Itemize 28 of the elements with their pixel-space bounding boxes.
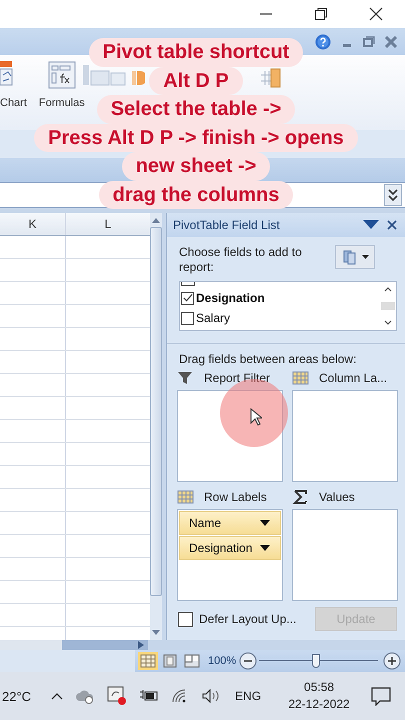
field-item[interactable]: Designation: [181, 288, 380, 308]
column-header[interactable]: L: [66, 213, 150, 235]
clock-time[interactable]: 05:58: [304, 679, 334, 696]
column-header[interactable]: K: [0, 213, 66, 235]
area-label: Row Labels: [204, 490, 267, 504]
ribbon-label[interactable]: Formulas: [38, 97, 85, 109]
caption-text: Alt D P: [149, 66, 243, 95]
ribbon-label[interactable]: Chart: [0, 97, 27, 109]
field-chip[interactable]: Designation: [179, 536, 281, 560]
language-indicator[interactable]: ENG: [235, 689, 262, 703]
caption-text: Select the table ->: [96, 95, 296, 124]
panel-title: PivotTable Field List: [173, 218, 281, 232]
caption-text: Pivot table shortcut: [88, 38, 304, 66]
caption-text: drag the columns: [98, 180, 294, 209]
zoom-level[interactable]: 100%: [208, 655, 236, 667]
field-chip[interactable]: Name: [179, 511, 281, 535]
clock-date[interactable]: 22-12-2022: [288, 696, 350, 713]
temperature: 22°C: [2, 688, 32, 704]
area-label: Values: [319, 490, 355, 504]
caption-text: new sheet ->: [122, 152, 270, 180]
instruction-text: Drag fields between areas below:: [178, 352, 358, 366]
drop-area[interactable]: Name Designation: [177, 509, 283, 601]
area-label: Report Filter: [204, 371, 270, 385]
instruction-text: Choose fields to add to report:: [179, 245, 303, 275]
caption-text: Press Alt D P -> finish -> opens: [34, 124, 358, 152]
area-label: Column La...: [319, 371, 388, 385]
checkbox-label: Defer Layout Up...: [199, 612, 296, 626]
field-item[interactable]: Salary: [181, 308, 380, 328]
